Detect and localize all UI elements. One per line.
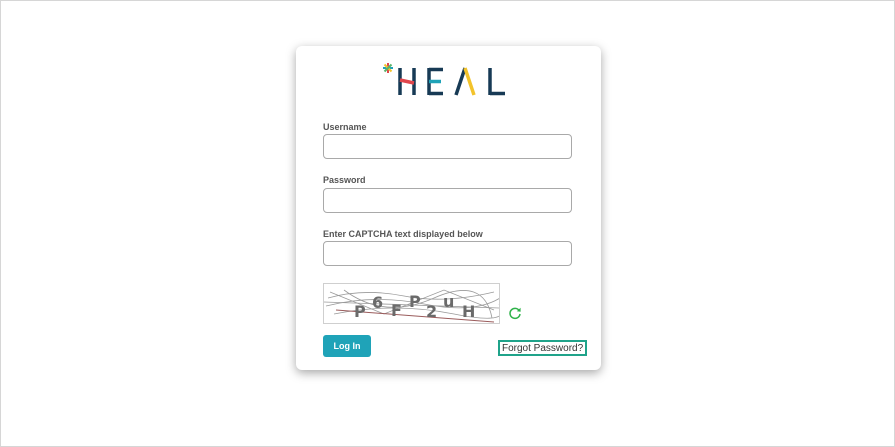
login-button[interactable]: Log In (323, 335, 371, 357)
heal-logo-graphic (383, 63, 505, 96)
password-label: Password (323, 175, 366, 185)
refresh-icon (509, 307, 521, 320)
captcha-graphic: P 6 F P2uH (324, 289, 499, 323)
page-frame: Username Password Enter CAPTCHA text dis… (0, 0, 895, 447)
username-label: Username (323, 122, 367, 132)
captcha-input[interactable] (323, 241, 572, 266)
username-input[interactable] (323, 134, 572, 159)
logo-letter-l (488, 68, 505, 96)
forgot-password-link[interactable]: Forgot Password? (498, 340, 588, 356)
captcha-label: Enter CAPTCHA text displayed below (323, 229, 483, 239)
password-input[interactable] (323, 188, 572, 213)
refresh-captcha-button[interactable] (508, 306, 522, 320)
logo-letter-a (454, 67, 476, 96)
spark-icon (383, 63, 393, 73)
heal-logo (380, 58, 516, 100)
logo-letter-e (427, 67, 443, 96)
login-card: Username Password Enter CAPTCHA text dis… (296, 46, 601, 370)
captcha-image: P 6 F P2uH (323, 283, 500, 324)
logo-letter-h (398, 68, 416, 95)
